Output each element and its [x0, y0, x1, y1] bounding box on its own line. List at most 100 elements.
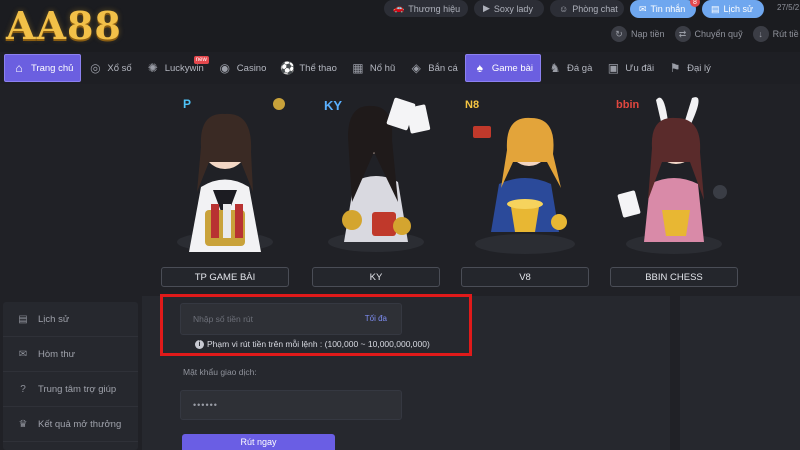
home-icon: ⌂: [15, 61, 23, 75]
game-card-tp[interactable]: P TP GAME BÀI: [161, 92, 289, 288]
nav-agent-label: Đại lý: [687, 62, 711, 74]
trophy-icon: ♛: [18, 418, 28, 430]
chat-room-link[interactable]: ☺ Phòng chat: [550, 0, 624, 17]
account-sidebar: ▤ Lịch sử ✉ Hòm thư ? Trung tâm trợ giúp…: [3, 302, 138, 450]
car-icon: 🚗: [393, 3, 405, 13]
nav-sports-label: Thể thao: [299, 62, 337, 74]
withdraw-button[interactable]: ↓ Rút tiề: [752, 26, 799, 42]
sidebar-item-label: Kết quả mở thưởng: [38, 418, 122, 430]
mail-icon: ✉: [639, 3, 647, 14]
sidebar-item-history[interactable]: ▤ Lịch sử: [3, 302, 138, 337]
agent-icon: ⚑: [669, 61, 681, 75]
ky-brand-mark: KY: [324, 98, 342, 113]
deposit-icon: ↻: [611, 26, 627, 42]
help-icon: ?: [20, 383, 26, 395]
quick-links: 🚗 Thương hiệu ▶ Soxy lady ☺ Phòng chat ✉…: [384, 0, 764, 18]
right-panel: [680, 296, 800, 450]
sidebar-item-mailbox[interactable]: ✉ Hòm thư: [3, 337, 138, 372]
withdraw-label: Rút tiề: [772, 29, 799, 39]
sidebar-item-label: Hòm thư: [38, 348, 75, 360]
deposit-label: Nạp tiền: [631, 29, 665, 39]
nav-promotions-label: Ưu đãi: [625, 62, 655, 74]
transfer-icon: ⇄: [674, 26, 691, 42]
nav-casino-label: Casino: [236, 62, 267, 74]
nav-fishing[interactable]: ◈ Bắn cá: [402, 54, 465, 82]
history-icon: ▤: [18, 313, 28, 325]
game-card-v8[interactable]: N8 V8: [461, 92, 589, 288]
clipboard-icon: ▤: [711, 3, 720, 14]
soxy-lady-link[interactable]: ▶ Soxy lady: [474, 0, 544, 17]
casino-chip-icon: ◉: [219, 61, 231, 75]
game-provider-list: P TP GAME BÀI KY KY N8 V8 bbin BBIN CHES…: [155, 92, 745, 288]
sidebar-item-label: Lịch sử: [38, 313, 70, 325]
withdraw-now-button[interactable]: Rút ngay: [182, 434, 335, 450]
red-highlight-box: [160, 294, 472, 356]
ky-character-art: KY: [324, 97, 431, 252]
history-label: Lịch sử: [723, 4, 754, 14]
nav-card-games-label: Game bài: [491, 62, 533, 74]
nav-home[interactable]: ⌂ Trang chủ: [4, 54, 82, 82]
inbox-badge: 8: [690, 0, 700, 7]
game-label-tp: TP GAME BÀI: [161, 267, 289, 287]
game-label-bbin: BBIN CHESS: [610, 267, 738, 287]
nav-home-label: Trang chủ: [31, 62, 74, 74]
fish-icon: ◈: [411, 61, 421, 75]
nav-cockfight[interactable]: ♞ Đá gà: [541, 54, 599, 82]
inbox-button[interactable]: ✉ Tin nhắn 8: [630, 0, 700, 18]
cards-icon: ♠: [476, 61, 483, 75]
game-label-v8: V8: [461, 267, 589, 287]
sidebar-item-results[interactable]: ♛ Kết quả mở thưởng: [3, 407, 138, 442]
sidebar-item-label: Trung tâm trợ giúp: [38, 383, 117, 395]
brand-link-label: Thương hiệu: [408, 3, 461, 14]
nav-slots-label: Nổ hũ: [369, 62, 396, 74]
deposit-button[interactable]: ↻ Nạp tiền: [611, 26, 665, 42]
tp-character-art: P: [177, 97, 285, 252]
soccer-ball-icon: ⚽: [280, 61, 296, 75]
wallet-actions: ↻ Nạp tiền ⇄ Chuyển quỹ ↓ Rút tiề: [611, 26, 799, 42]
v8-brand-mark: N8: [465, 99, 479, 111]
top-bar: AA88 🚗 Thương hiệu ▶ Soxy lady ☺ Phòng c…: [0, 0, 800, 52]
nav-slots[interactable]: ▦ Nổ hũ: [344, 54, 402, 82]
rooster-icon: ♞: [549, 61, 561, 75]
game-card-bbin[interactable]: bbin BBIN CHESS: [610, 92, 738, 288]
history-button[interactable]: ▤ Lịch sử: [702, 0, 764, 18]
play-icon: ▶: [483, 3, 490, 13]
bbin-character-art: bbin: [616, 97, 727, 254]
nav-luckywin-label: Luckywin: [164, 62, 204, 74]
soxy-lady-label: Soxy lady: [493, 3, 533, 14]
chat-icon: ☺: [559, 3, 569, 14]
v8-character-art: N8: [465, 99, 575, 254]
nav-card-games[interactable]: ♠ Game bài: [464, 54, 541, 82]
inbox-label: Tin nhắn: [650, 4, 686, 14]
nav-lottery-label: Xổ số: [107, 62, 132, 74]
tp-brand-mark: P: [183, 97, 191, 111]
game-label-ky: KY: [312, 267, 440, 287]
luckywin-icon: ✺: [147, 61, 158, 75]
nav-promotions[interactable]: ▣ Ưu đãi: [599, 54, 661, 82]
game-card-ky[interactable]: KY KY: [312, 92, 440, 288]
brand-link[interactable]: 🚗 Thương hiệu: [384, 0, 468, 17]
nav-fishing-label: Bắn cá: [428, 62, 458, 74]
transaction-password-input[interactable]: ••••••: [180, 390, 402, 420]
nav-cockfight-label: Đá gà: [567, 62, 593, 74]
chat-room-label: Phòng chat: [572, 3, 618, 14]
new-tag: new: [193, 56, 209, 64]
nav-sports[interactable]: ⚽ Thể thao: [273, 54, 344, 82]
transaction-password-label: Mật khẩu giao dịch:: [183, 367, 257, 377]
bbin-brand-mark: bbin: [616, 99, 639, 111]
transfer-label: Chuyển quỹ: [694, 29, 743, 39]
gift-icon: ▣: [607, 61, 620, 75]
nav-luckywin[interactable]: ✺ Luckywin new: [139, 54, 211, 82]
transfer-button[interactable]: ⇄ Chuyển quỹ: [674, 26, 743, 42]
withdraw-icon: ↓: [752, 26, 769, 42]
sidebar-item-help[interactable]: ? Trung tâm trợ giúp: [3, 372, 138, 407]
nav-casino[interactable]: ◉ Casino: [211, 54, 274, 82]
lottery-icon: ◎: [90, 61, 101, 75]
aa88-logo[interactable]: AA88: [6, 4, 122, 48]
main-nav: ⌂ Trang chủ ◎ Xổ số ✺ Luckywin new ◉ Cas…: [0, 52, 800, 84]
mailbox-icon: ✉: [18, 348, 28, 360]
date-display: 27/5/2: [777, 3, 800, 12]
nav-agent[interactable]: ⚑ Đại lý: [661, 54, 718, 82]
slot-icon: ▦: [352, 61, 364, 75]
nav-lottery[interactable]: ◎ Xổ số: [81, 54, 138, 82]
